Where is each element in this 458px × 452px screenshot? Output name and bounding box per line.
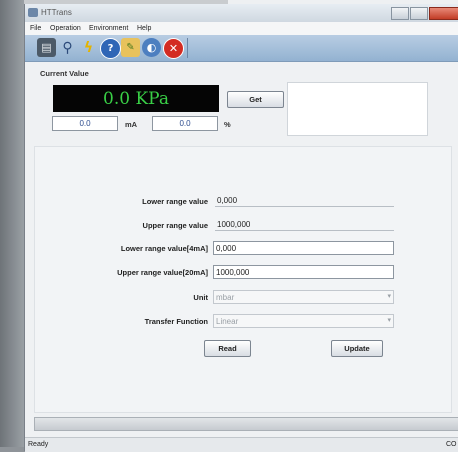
get-button[interactable]: Get	[227, 91, 284, 108]
close-icon[interactable]: ✕	[163, 38, 184, 59]
upper-range-value: 1000,000	[215, 218, 394, 231]
status-message-box	[287, 82, 428, 136]
minimize-button[interactable]	[391, 7, 409, 20]
app-icon	[28, 8, 38, 17]
window-close-button[interactable]	[429, 7, 458, 20]
menu-help[interactable]: Help	[137, 25, 151, 32]
lower-range-4ma-input[interactable]: 0,000	[213, 241, 394, 255]
upper-range-20ma-input[interactable]: 1000,000	[213, 265, 394, 279]
current-value-label: Current Value	[40, 69, 89, 78]
status-bar: Ready CO	[25, 437, 458, 452]
current-value-display: 0.0 KPa	[53, 85, 219, 112]
toolbar-separator	[187, 38, 188, 58]
chevron-down-icon[interactable]: ▾	[387, 292, 391, 300]
transfer-function-select[interactable]: Linear ▾	[213, 314, 394, 328]
help-icon[interactable]: ?	[100, 38, 121, 59]
transfer-function-value: Linear	[216, 316, 239, 326]
transfer-function-label: Transfer Function	[144, 317, 208, 326]
search-icon[interactable]: ⚲	[58, 38, 77, 57]
horizontal-scrollbar[interactable]	[34, 417, 458, 431]
window-controls	[391, 7, 458, 20]
unit-label: Unit	[193, 293, 208, 302]
percent-unit-label: %	[224, 120, 231, 129]
configuration-panel: Lower range value 0,000 Upper range valu…	[34, 146, 452, 413]
update-button[interactable]: Update	[331, 340, 383, 357]
folder-icon[interactable]: ✎	[121, 38, 140, 57]
upper-range-20ma-label: Upper range value[20mA]	[117, 268, 208, 277]
upper-range-label: Upper range value	[142, 221, 208, 230]
lower-range-label: Lower range value	[142, 197, 208, 206]
globe-icon[interactable]: ◐	[142, 38, 161, 57]
ma-unit-label: mA	[125, 120, 138, 129]
app-window: HTTrans File Operation Environment Help …	[24, 4, 458, 452]
maximize-button[interactable]	[410, 7, 428, 20]
lower-range-4ma-label: Lower range value[4mA]	[120, 244, 208, 253]
toolbar: ▤ ⚲ ϟ ? ✎ ◐ ✕	[25, 35, 458, 62]
read-button[interactable]: Read	[204, 340, 251, 357]
desktop-background-left	[0, 0, 24, 447]
percent-value-field: 0.0	[152, 116, 218, 131]
menu-file[interactable]: File	[30, 25, 41, 32]
menu-operation[interactable]: Operation	[50, 25, 81, 32]
ma-value-field: 0.0	[52, 116, 118, 131]
lightning-icon[interactable]: ϟ	[79, 38, 98, 57]
menu-environment[interactable]: Environment	[89, 25, 128, 32]
unit-select-value: mbar	[216, 292, 235, 302]
lower-range-value: 0,000	[215, 194, 394, 207]
main-client-area: Current Value 0.0 KPa Get 0.0 mA 0.0 % L…	[25, 62, 458, 437]
chevron-down-icon[interactable]: ▾	[387, 316, 391, 324]
device-icon[interactable]: ▤	[37, 38, 56, 57]
unit-select[interactable]: mbar ▾	[213, 290, 394, 304]
menu-bar: File Operation Environment Help	[25, 22, 458, 35]
window-title: HTTrans	[41, 8, 72, 17]
title-bar[interactable]: HTTrans	[25, 4, 458, 22]
